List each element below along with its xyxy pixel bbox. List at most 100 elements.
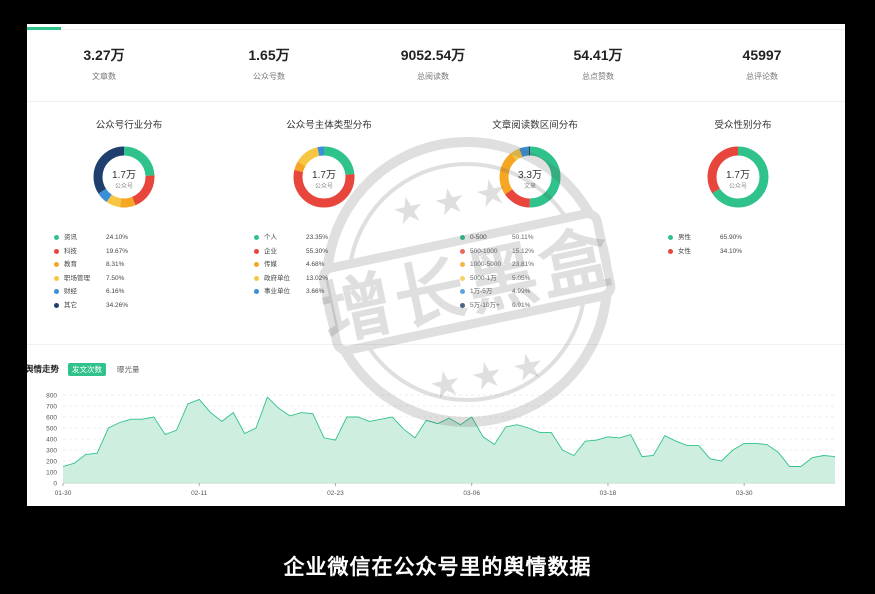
legend-percent: 4.68%	[306, 261, 325, 268]
distribution-card: 受众性别分布 1.7万 公众号 男性 65.90% 女性 34.10%	[668, 119, 818, 255]
legend: 个人 23.35% 企业 55.30% 传媒 4.68% 政府单位 13.02% 事业单位 3.6…	[254, 231, 404, 299]
legend-item[interactable]: 科技 19.67%	[54, 245, 204, 259]
active-tab-indicator	[27, 27, 61, 30]
stat-accounts: 1.65万 公众号数	[199, 46, 339, 82]
x-tick-label: 01-30	[55, 490, 72, 497]
y-tick-label: 500	[46, 426, 57, 433]
legend-dot-icon	[254, 275, 259, 281]
legend-percent: 19.67%	[106, 247, 129, 255]
stat-label: 总评论数	[746, 72, 778, 81]
legend: 0-500 50.11% 500-1000 15.12% 1000-5000 23.81%…	[460, 231, 610, 312]
legend-label: 1000-5000	[470, 261, 502, 268]
legend-item[interactable]: 个人 23.35%	[254, 231, 404, 245]
y-tick-label: 600	[46, 415, 57, 422]
legend-dot-icon	[54, 275, 59, 281]
legend-dot-icon	[54, 248, 59, 254]
legend: 男性 65.90% 女性 34.10%	[668, 231, 818, 258]
donut-center-value: 3.3万	[518, 170, 542, 181]
legend-item[interactable]: 0-500 50.11%	[460, 231, 610, 245]
legend-item[interactable]: 其它 34.26%	[54, 299, 204, 313]
stat-total-reads: 9052.54万 总阅读数	[363, 46, 503, 82]
legend-dot-icon	[254, 248, 259, 254]
legend-item[interactable]: 500-1000 15.12%	[460, 245, 610, 259]
stat-value: 45997	[742, 47, 782, 63]
video-caption: 企业微信在公众号里的舆情数据	[283, 556, 592, 579]
y-tick-label: 700	[46, 404, 57, 411]
legend: 资讯 24.10% 科技 19.67% 教育 8.31% 职场管理 7.50% 财经 6.16% 其…	[54, 231, 204, 312]
legend-item[interactable]: 5000-1万 5.05%	[460, 272, 610, 286]
y-tick-label: 200	[46, 459, 57, 466]
legend-label: 财经	[64, 288, 77, 295]
stat-label: 公众号数	[253, 72, 285, 81]
legend-label: 职场管理	[64, 274, 90, 282]
tab-post-count[interactable]: 发文次数	[68, 363, 106, 376]
legend-label: 政府单位	[264, 274, 290, 282]
legend-item[interactable]: 男性 65.90%	[668, 231, 818, 245]
x-tick-label: 03-18	[600, 490, 617, 497]
legend-dot-icon	[460, 302, 465, 308]
legend-dot-icon	[54, 302, 59, 308]
stat-label: 总点赞数	[582, 72, 614, 81]
donut-chart: 1.7万公众号	[707, 146, 769, 208]
stat-total-comments: 45997 总评论数	[692, 46, 832, 82]
legend-dot-icon	[54, 235, 59, 240]
donut-chart: 1.7万公众号	[293, 146, 355, 208]
legend-item[interactable]: 1万-5万 4.99%	[460, 285, 610, 299]
trend-area-chart: 0 100 200 300 400 500 600 700 800 01-30 02-11 02-23…	[46, 393, 836, 497]
legend-label: 5000-1万	[470, 274, 497, 282]
card-title: 公众号主体类型分布	[286, 120, 372, 131]
legend-label: 传媒	[264, 261, 277, 268]
legend-label: 教育	[64, 261, 77, 268]
legend-item[interactable]: 企业 55.30%	[254, 245, 404, 259]
legend-item[interactable]: 女性 34.10%	[668, 245, 818, 259]
legend-item[interactable]: 资讯 24.10%	[54, 231, 204, 245]
card-title: 文章阅读数区间分布	[492, 120, 578, 131]
legend-label: 5万-10万+	[470, 301, 500, 309]
legend-item[interactable]: 财经 6.16%	[54, 285, 204, 299]
legend-percent: 3.66%	[306, 288, 325, 295]
legend-item[interactable]: 教育 8.31%	[54, 258, 204, 272]
legend-percent: 50.11%	[512, 234, 534, 241]
y-tick-label: 400	[46, 437, 57, 444]
divider	[27, 101, 845, 102]
y-tick-label: 300	[46, 448, 57, 455]
legend-label: 资讯	[64, 234, 77, 241]
legend-dot-icon	[54, 289, 59, 294]
divider	[27, 344, 845, 345]
legend-dot-icon	[254, 262, 259, 267]
tab-exposure[interactable]: 曝光量	[117, 364, 140, 375]
legend-label: 个人	[264, 234, 277, 241]
trend-title: 舆情走势	[27, 364, 60, 374]
legend-item[interactable]: 传媒 4.68%	[254, 258, 404, 272]
distribution-card: 文章阅读数区间分布 3.3万 文章 0-500 50.11% 500-1000 15.12%…	[460, 119, 610, 309]
stat-label: 文章数	[92, 72, 116, 81]
legend-label: 事业单位	[264, 288, 290, 295]
legend-item[interactable]: 职场管理 7.50%	[54, 272, 204, 286]
legend-percent: 34.10%	[720, 247, 743, 255]
legend-dot-icon	[460, 235, 465, 240]
donut-center-value: 1.7万	[312, 170, 336, 181]
donut-center-label: 公众号	[115, 183, 133, 190]
stat-value: 54.41万	[573, 47, 623, 63]
legend-item[interactable]: 事业单位 3.66%	[254, 285, 404, 299]
stat-label: 总阅读数	[417, 72, 449, 81]
donut-center-label: 文章	[524, 182, 536, 190]
legend-item[interactable]: 政府单位 13.02%	[254, 272, 404, 286]
stat-value: 9052.54万	[400, 47, 466, 63]
legend-item[interactable]: 1000-5000 23.81%	[460, 258, 610, 272]
legend-percent: 15.12%	[512, 247, 535, 255]
dashboard-panel: 3.27万 文章数 1.65万 公众号数 9052.54万 总阅读数 54.41…	[27, 24, 845, 506]
legend-percent: 4.99%	[512, 288, 531, 295]
donut-center-value: 1.7万	[112, 170, 136, 181]
legend-label: 企业	[264, 247, 277, 255]
legend-percent: 23.81%	[512, 261, 535, 268]
x-tick-label: 03-06	[463, 490, 480, 497]
x-tick-label: 02-11	[191, 490, 208, 497]
stat-articles: 3.27万 文章数	[34, 46, 174, 82]
legend-item[interactable]: 5万-10万+ 0.91%	[460, 299, 610, 313]
legend-percent: 8.31%	[106, 261, 125, 268]
legend-percent: 24.10%	[106, 234, 129, 241]
legend-percent: 7.50%	[106, 274, 125, 282]
x-tick-label: 03-30	[736, 490, 753, 497]
donut-chart: 1.7万公众号	[93, 146, 155, 208]
